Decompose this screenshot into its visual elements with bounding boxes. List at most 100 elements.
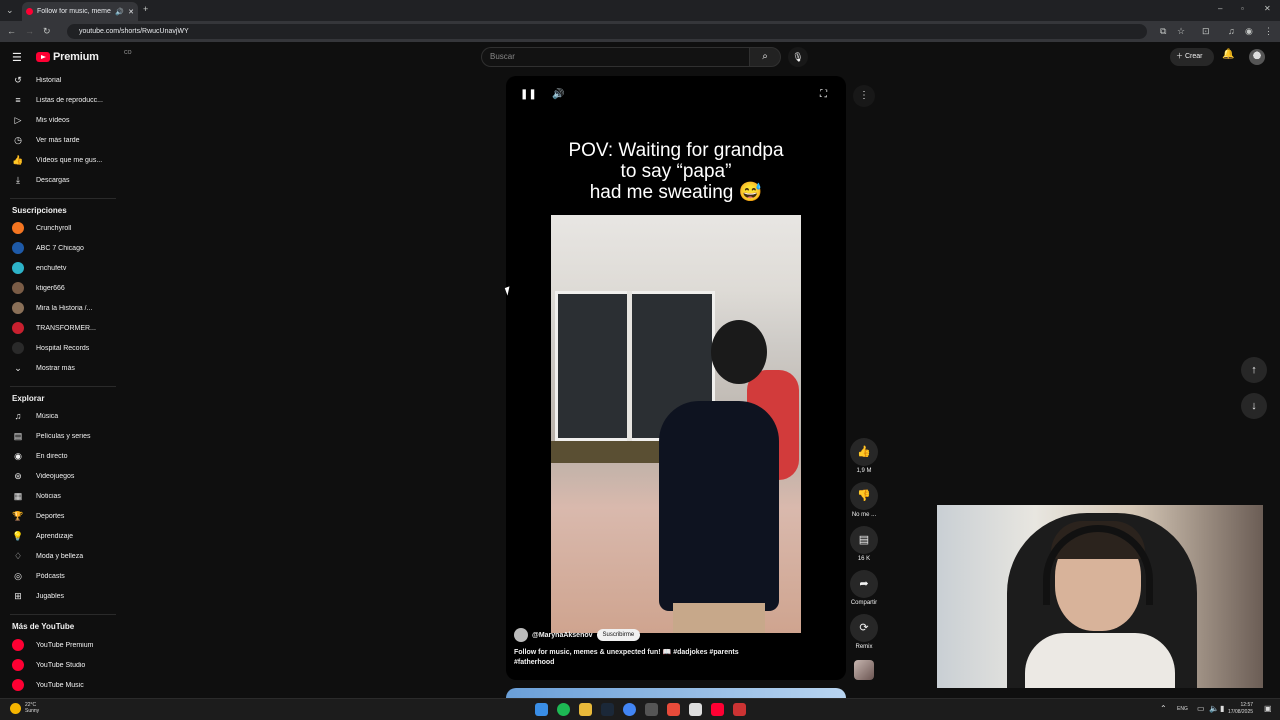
open-in-app-icon[interactable]: ⧉: [1160, 27, 1166, 36]
sidebar-item[interactable]: ⊞ Jugables: [0, 586, 118, 606]
language-indicator[interactable]: ENG: [1177, 706, 1188, 712]
shorts-player[interactable]: ❚❚ 🔊 ⛶ POV: Waiting for grandpa to say “…: [506, 76, 846, 680]
sidebar-item-label: YouTube Premium: [36, 641, 94, 649]
sidebar-item[interactable]: enchufetv: [0, 258, 118, 278]
app-icon[interactable]: [645, 703, 658, 716]
show-more-button[interactable]: ⌄ Mostrar más: [0, 358, 118, 378]
extensions-icon[interactable]: ⊡: [1202, 27, 1210, 36]
close-window-icon[interactable]: ✕: [1264, 5, 1271, 13]
youtube-logo-icon: [36, 52, 50, 62]
sidebar-item[interactable]: ktiger666: [0, 278, 118, 298]
remix-button[interactable]: ⟳ Remix: [848, 614, 880, 650]
hamburger-menu-icon[interactable]: ☰: [12, 51, 22, 64]
youtube-app-icon[interactable]: [711, 703, 724, 716]
file-explorer-icon[interactable]: [579, 703, 592, 716]
create-button[interactable]: ＋ Crear: [1170, 48, 1214, 66]
weather-widget[interactable]: 22°C Sunny: [10, 702, 39, 714]
browser-tab[interactable]: Follow for music, memes & 🔊 ✕: [22, 2, 138, 21]
account-avatar[interactable]: [1249, 49, 1265, 65]
network-icon[interactable]: ▭: [1197, 704, 1205, 713]
channel-name[interactable]: @MarynaAksenov: [532, 632, 593, 639]
comments-button[interactable]: ▤ 16 K: [848, 526, 880, 562]
calendar-app-icon[interactable]: [733, 703, 746, 716]
previous-short-button[interactable]: ↑: [1241, 357, 1267, 383]
search-input[interactable]: Buscar: [481, 47, 749, 67]
volume-icon[interactable]: 🔊: [552, 89, 564, 100]
sidebar-item[interactable]: 👍 Vídeos que me gus...: [0, 150, 118, 170]
sidebar-item[interactable]: ⊛ Videojuegos: [0, 466, 118, 486]
sidebar-item[interactable]: YouTube Premium: [0, 635, 118, 655]
youtube-product-icon: [12, 679, 24, 691]
sidebar-item[interactable]: ◉ En directo: [0, 446, 118, 466]
media-control-icon[interactable]: ♫: [1228, 27, 1235, 36]
sidebar-item[interactable]: ≡ Listas de reproducc...: [0, 90, 118, 110]
sidebar-item[interactable]: YouTube Music: [0, 675, 118, 695]
youtube-logo[interactable]: Premium CO: [36, 50, 132, 63]
sidebar-item[interactable]: Mira la Historia /...: [0, 298, 118, 318]
voice-search-button[interactable]: 🎙: [788, 47, 808, 67]
sidebar-item[interactable]: ♫ Música: [0, 406, 118, 426]
sidebar-item[interactable]: ♢ Moda y belleza: [0, 546, 118, 566]
address-bar[interactable]: youtube.com/shorts/RwucUnavjWY: [67, 24, 1147, 39]
sidebar-item-label: ktiger666: [36, 284, 65, 292]
app-icon[interactable]: [667, 703, 680, 716]
steam-icon[interactable]: [601, 703, 614, 716]
channel-avatar: [12, 282, 24, 294]
chrome-icon[interactable]: [623, 703, 636, 716]
like-button[interactable]: 👍 1,9 M: [848, 438, 880, 474]
sidebar-item[interactable]: 💡 Aprendizaje: [0, 526, 118, 546]
sidebar-item[interactable]: Hospital Records: [0, 338, 118, 358]
minimize-icon[interactable]: –: [1218, 5, 1222, 13]
tab-list-icon[interactable]: ⌄: [6, 6, 14, 15]
back-icon[interactable]: ←: [7, 27, 16, 36]
sidebar-item[interactable]: ⤓ Descargas: [0, 170, 118, 190]
sidebar-item[interactable]: TRANSFORMER...: [0, 318, 118, 338]
fullscreen-icon[interactable]: ⛶: [820, 89, 827, 100]
profile-icon[interactable]: ◉: [1245, 27, 1253, 36]
maximize-icon[interactable]: ▫: [1241, 5, 1244, 13]
sidebar-item[interactable]: ▦ Noticias: [0, 486, 118, 506]
system-clock[interactable]: 12:57 17/08/2025: [1228, 702, 1253, 716]
next-short-button[interactable]: ↓: [1241, 393, 1267, 419]
bookmark-star-icon[interactable]: ☆: [1177, 27, 1185, 36]
windows-start-icon[interactable]: [535, 703, 548, 716]
volume-tray-icon[interactable]: 🔈: [1209, 704, 1219, 713]
tab-close-icon[interactable]: ✕: [128, 8, 134, 16]
app-icon[interactable]: [689, 703, 702, 716]
sidebar-item[interactable]: ◎ Pódcasts: [0, 566, 118, 586]
sidebar-item[interactable]: ABC 7 Chicago: [0, 238, 118, 258]
sidebar-item[interactable]: YouTube Studio: [0, 655, 118, 675]
sidebar-item-label: YouTube Music: [36, 681, 84, 689]
comment-icon: ▤: [850, 526, 878, 554]
video-description[interactable]: Follow for music, memes & unexpected fun…: [514, 648, 754, 668]
sidebar-item[interactable]: ↺ Historial: [0, 70, 118, 90]
new-tab-icon[interactable]: +: [143, 5, 148, 14]
channel-avatar[interactable]: [514, 628, 528, 642]
create-label: Crear: [1184, 53, 1203, 60]
reload-icon[interactable]: ↻: [43, 27, 51, 36]
browser-menu-icon[interactable]: ⋮: [1264, 27, 1273, 36]
spotify-icon[interactable]: [557, 703, 570, 716]
sidebar-item[interactable]: ▤ Películas y series: [0, 426, 118, 446]
more-options-icon[interactable]: ⋮: [853, 85, 875, 107]
weather-condition: Sunny: [25, 708, 40, 714]
pause-icon[interactable]: ❚❚: [520, 89, 537, 100]
youtube-header: ☰ Premium CO Buscar ⌕ 🎙 ＋ Crear 🔔: [0, 42, 1280, 74]
my-videos-icon: ▷: [14, 114, 22, 125]
battery-icon[interactable]: ▮: [1220, 704, 1224, 713]
tray-overflow-icon[interactable]: ⌃: [1160, 704, 1167, 713]
explore-heading: Explorar: [12, 394, 45, 403]
sound-thumbnail[interactable]: [854, 660, 874, 680]
notification-center-icon[interactable]: ▣: [1264, 704, 1272, 713]
dislike-button[interactable]: 👎 No me ...: [848, 482, 880, 518]
sidebar-item[interactable]: ◷ Ver más tarde: [0, 130, 118, 150]
forward-icon[interactable]: →: [25, 27, 34, 36]
search-button[interactable]: ⌕: [749, 47, 781, 67]
sidebar-item[interactable]: ▷ Mis vídeos: [0, 110, 118, 130]
share-button[interactable]: ➦ Compartir: [848, 570, 880, 606]
sidebar-item[interactable]: Crunchyroll: [0, 218, 118, 238]
sidebar-item-label: TRANSFORMER...: [36, 324, 96, 332]
subscribe-button[interactable]: Suscribirme: [596, 629, 641, 641]
sidebar-item[interactable]: 🏆 Deportes: [0, 506, 118, 526]
notifications-bell-icon[interactable]: 🔔: [1222, 49, 1234, 60]
